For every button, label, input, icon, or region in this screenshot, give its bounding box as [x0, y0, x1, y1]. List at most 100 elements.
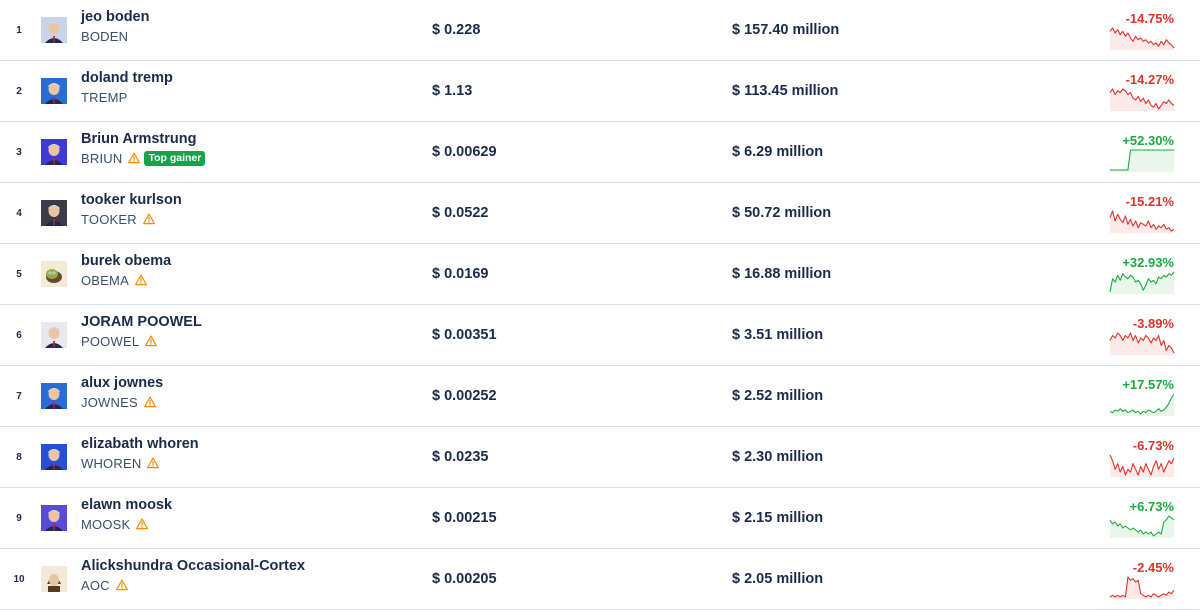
- coin-symbol-line: TOOKER: [81, 210, 182, 228]
- coin-row[interactable]: 2 doland tremp TREMP $ 1.13 $ 113.45 mil…: [0, 61, 1200, 122]
- coin-row[interactable]: 5 burek obema OBEMA $ 0.0169 $ 16.88 mil…: [0, 244, 1200, 305]
- coin-price: $ 0.228: [432, 22, 481, 38]
- coin-symbol-line: BRIUN Top gainer: [81, 149, 206, 167]
- sparkline-svg: [1109, 271, 1175, 294]
- coin-name[interactable]: elizabath whoren: [81, 435, 199, 453]
- sparkline-svg: [1109, 210, 1175, 233]
- coin-row[interactable]: 7 alux jownes JOWNES $ 0.00252 $ 2.52 mi…: [0, 366, 1200, 427]
- market-cap: $ 2.05 million: [732, 571, 824, 587]
- sparkline-svg: [1109, 454, 1175, 477]
- coin-symbol: POOWEL: [81, 333, 140, 349]
- sparkline-svg: [1109, 88, 1175, 111]
- sparkline-chart: [1109, 514, 1175, 538]
- warning-icon[interactable]: [147, 457, 160, 469]
- sparkline-line: [1109, 576, 1175, 598]
- coin-name[interactable]: jeo boden: [81, 8, 149, 26]
- sparkline-chart: [1109, 87, 1175, 111]
- coin-symbol-line: JOWNES: [81, 393, 163, 411]
- avatar-grey-portrait-icon[interactable]: [41, 322, 67, 348]
- warning-icon[interactable]: [143, 396, 156, 408]
- coin-price: $ 0.00252: [432, 388, 497, 404]
- price-change: +32.93%: [1122, 255, 1174, 270]
- rank-number: 7: [16, 390, 22, 402]
- price-change: +6.73%: [1129, 499, 1174, 514]
- market-cap: $ 157.40 million: [732, 22, 840, 38]
- avatar-blue-portrait-icon[interactable]: [41, 383, 67, 409]
- coin-row[interactable]: 4 tooker kurlson TOOKER $ 0.0522 $ 50.72…: [0, 183, 1200, 244]
- coin-name-block: JORAM POOWEL POOWEL: [81, 313, 202, 350]
- coin-price: $ 0.00629: [432, 144, 497, 160]
- coin-name[interactable]: alux jownes: [81, 374, 163, 392]
- sparkline-chart: [1109, 270, 1175, 294]
- warning-icon[interactable]: [145, 335, 158, 347]
- price-change: -6.73%: [1132, 438, 1174, 453]
- market-cap: $ 2.15 million: [732, 510, 824, 526]
- rank-number: 3: [16, 146, 22, 158]
- avatar-pepe-icon[interactable]: [41, 261, 67, 287]
- warning-icon[interactable]: [135, 274, 147, 286]
- coin-name[interactable]: Briun Armstrung: [81, 130, 205, 148]
- coin-name[interactable]: doland tremp: [81, 69, 173, 87]
- coin-row[interactable]: 1 jeo boden BODEN $ 0.228 $ 157.40 milli…: [0, 0, 1200, 61]
- coin-symbol: JOWNES: [81, 394, 138, 410]
- coin-symbol: BRIUN: [81, 150, 123, 166]
- coin-symbol-line: MOOSK: [81, 515, 172, 533]
- coin-price: $ 0.0235: [432, 449, 489, 465]
- coin-name[interactable]: tooker kurlson: [81, 191, 182, 209]
- avatar-red-blue-portrait-icon[interactable]: [41, 444, 67, 470]
- coin-price: $ 0.00205: [432, 571, 497, 587]
- coin-row[interactable]: 6 JORAM POOWEL POOWEL $ 0.00351 $ 3.51 m…: [0, 305, 1200, 366]
- coin-symbol: AOC: [81, 577, 110, 593]
- coin-symbol-line: TREMP: [81, 88, 173, 106]
- coin-price: $ 0.00351: [432, 327, 497, 343]
- rank-number: 9: [16, 512, 22, 524]
- coin-name-block: elizabath whoren WHOREN: [81, 435, 199, 472]
- top-gainer-badge: Top gainer: [144, 150, 206, 166]
- market-cap: $ 2.52 million: [732, 388, 824, 404]
- coin-row[interactable]: 8 elizabath whoren WHOREN $ 0.0235 $ 2.3…: [0, 427, 1200, 488]
- price-change: -14.27%: [1125, 72, 1174, 87]
- avatar-purple-portrait-icon[interactable]: [41, 139, 67, 165]
- avatar-blue-portrait-icon[interactable]: [41, 78, 67, 104]
- sparkline-chart: [1109, 392, 1175, 416]
- market-cap: $ 3.51 million: [732, 327, 824, 343]
- coin-row[interactable]: 10 Alickshundra Occasional-Cortex AOC $ …: [0, 549, 1200, 610]
- avatar-brown-hair-icon[interactable]: [41, 566, 67, 592]
- coin-symbol: BODEN: [81, 28, 129, 44]
- coin-row[interactable]: 3 Briun Armstrung BRIUN Top gainer $ 0.0…: [0, 122, 1200, 183]
- coin-name[interactable]: elawn moosk: [81, 496, 172, 514]
- sparkline-chart: [1109, 209, 1175, 233]
- sparkline-svg: [1109, 393, 1175, 416]
- rank-number: 5: [16, 268, 22, 280]
- sparkline-chart: [1109, 453, 1175, 477]
- coin-symbol-line: OBEMA: [81, 271, 171, 289]
- sparkline-chart: [1109, 575, 1175, 599]
- sparkline-svg: [1109, 576, 1175, 599]
- coin-symbol-line: POOWEL: [81, 332, 202, 350]
- avatar-dark-portrait-icon[interactable]: [41, 200, 67, 226]
- coin-symbol: OBEMA: [81, 272, 129, 288]
- warning-icon[interactable]: [136, 518, 149, 530]
- sparkline-area: [1110, 211, 1174, 233]
- sparkline-area: [1110, 577, 1174, 599]
- coin-name[interactable]: Alickshundra Occasional-Cortex: [81, 557, 305, 575]
- sparkline-chart: [1109, 26, 1175, 50]
- coin-symbol-line: WHOREN: [81, 454, 199, 472]
- coin-row[interactable]: 9 elawn moosk MOOSK $ 0.00215 $ 2.15 mil…: [0, 488, 1200, 549]
- warning-icon[interactable]: [142, 213, 155, 225]
- warning-icon[interactable]: [115, 579, 128, 591]
- coin-symbol-line: BODEN: [81, 27, 149, 45]
- avatar-suit-man-icon[interactable]: [41, 17, 67, 43]
- coin-symbol: WHOREN: [81, 455, 142, 471]
- price-change: +17.57%: [1122, 377, 1174, 392]
- avatar-purple-portrait-icon[interactable]: [41, 505, 67, 531]
- sparkline-svg: [1109, 27, 1175, 50]
- sparkline-svg: [1109, 515, 1175, 538]
- warning-icon[interactable]: [128, 152, 141, 164]
- coin-name-block: Briun Armstrung BRIUN Top gainer: [81, 130, 206, 167]
- sparkline-chart: [1110, 148, 1174, 172]
- coin-name[interactable]: burek obema: [81, 252, 171, 270]
- coin-name-block: tooker kurlson TOOKER: [81, 191, 182, 228]
- market-cap: $ 113.45 million: [732, 83, 839, 99]
- coin-name[interactable]: JORAM POOWEL: [81, 313, 202, 331]
